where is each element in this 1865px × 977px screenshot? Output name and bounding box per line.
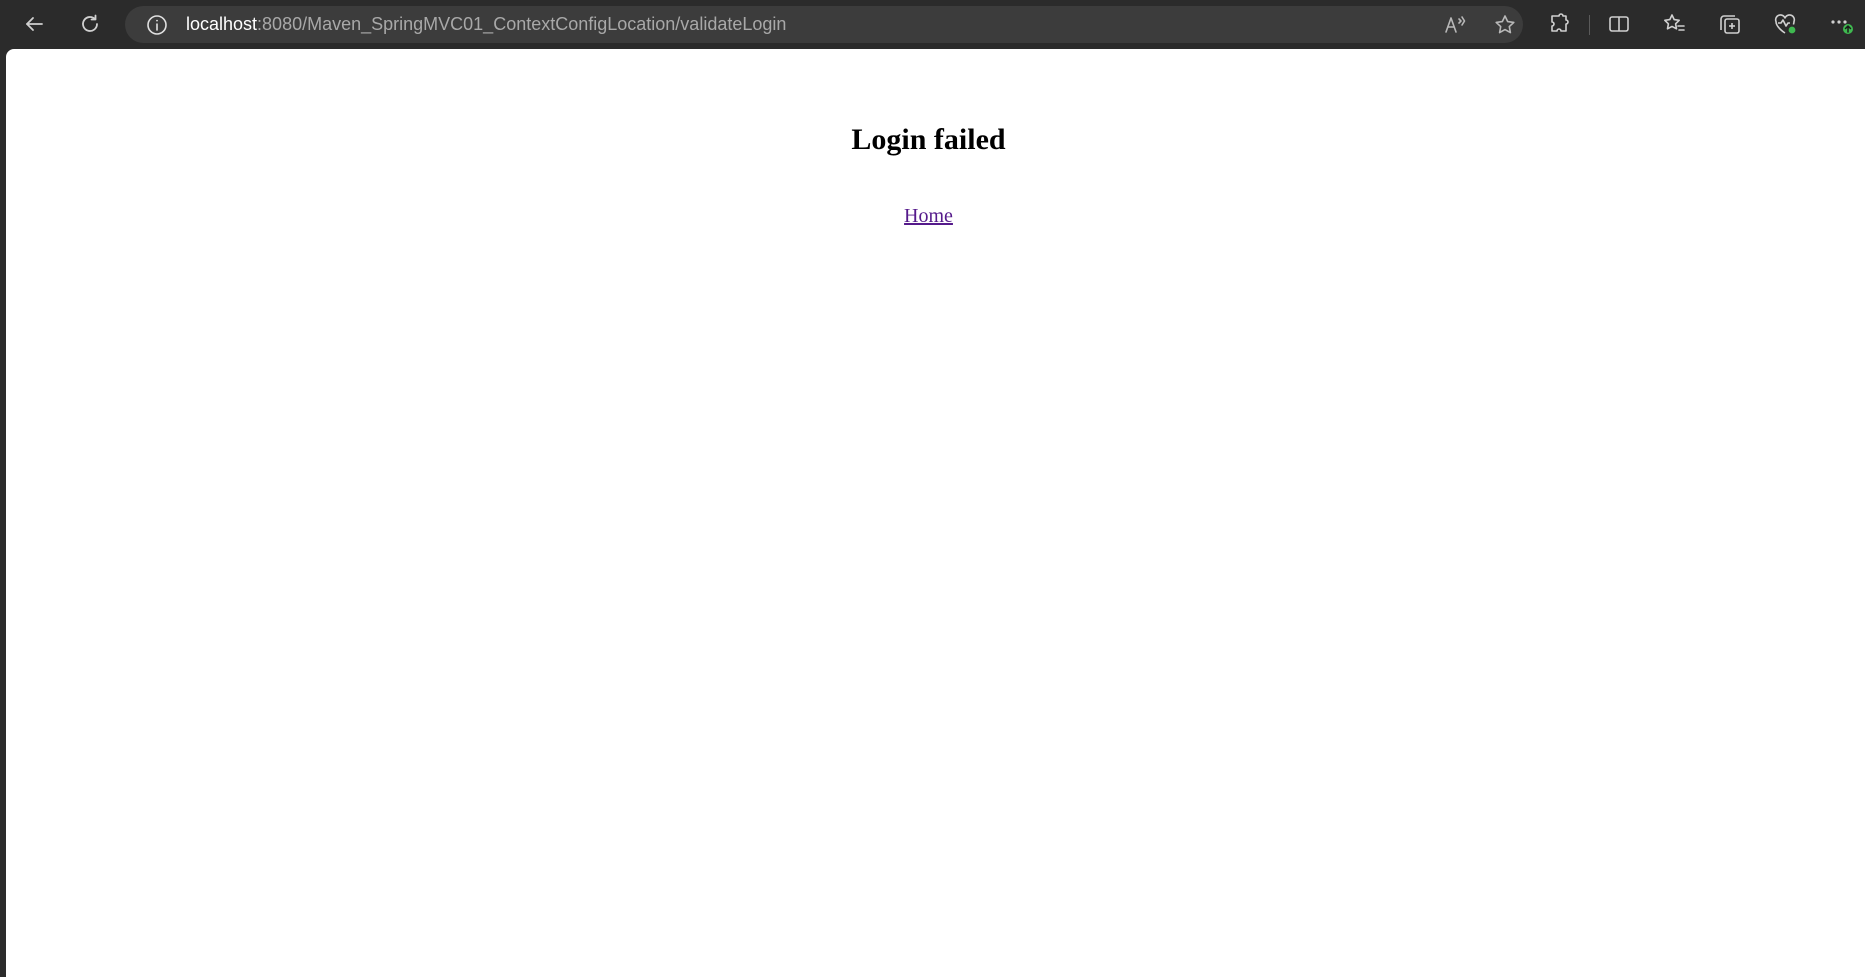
collections-button[interactable]: [1712, 8, 1748, 40]
address-bar[interactable]: localhost:8080/Maven_SpringMVC01_Context…: [125, 6, 1523, 43]
home-link-container: Home: [0, 204, 1858, 228]
add-favorite-button[interactable]: [1492, 12, 1518, 38]
back-icon: [26, 17, 43, 31]
browser-essentials-icon: [1774, 14, 1797, 35]
read-aloud-button[interactable]: [1442, 12, 1468, 38]
site-info-icon: [147, 15, 167, 35]
more-menu-icon: [1831, 20, 1853, 34]
page-content: Login failed Home: [6, 49, 1865, 977]
toolbar-separator: [1589, 15, 1590, 35]
more-menu-button[interactable]: [1823, 8, 1859, 40]
url-text[interactable]: localhost:8080/Maven_SpringMVC01_Context…: [186, 6, 786, 43]
browser-essentials-button[interactable]: [1767, 8, 1803, 40]
favorites-button[interactable]: [1656, 8, 1692, 40]
read-aloud-icon: [1445, 16, 1466, 33]
refresh-button[interactable]: [72, 8, 108, 40]
extensions-icon: [1551, 13, 1569, 32]
back-button[interactable]: [16, 8, 52, 40]
url-host: localhost: [186, 14, 258, 34]
split-screen-icon: [1609, 16, 1629, 32]
page-title: Login failed: [851, 123, 1006, 156]
extensions-button[interactable]: [1541, 8, 1577, 40]
url-path: :8080/Maven_SpringMVC01_ContextConfigLoc…: [257, 14, 787, 34]
home-link[interactable]: Home: [904, 205, 953, 227]
favorites-icon: [1664, 14, 1685, 31]
collections-icon: [1720, 15, 1740, 34]
split-screen-button[interactable]: [1601, 8, 1637, 40]
refresh-icon: [82, 14, 98, 32]
favorite-star-icon: [1495, 15, 1515, 34]
browser-toolbar: localhost:8080/Maven_SpringMVC01_Context…: [0, 0, 1865, 49]
site-info-button[interactable]: [146, 14, 168, 36]
